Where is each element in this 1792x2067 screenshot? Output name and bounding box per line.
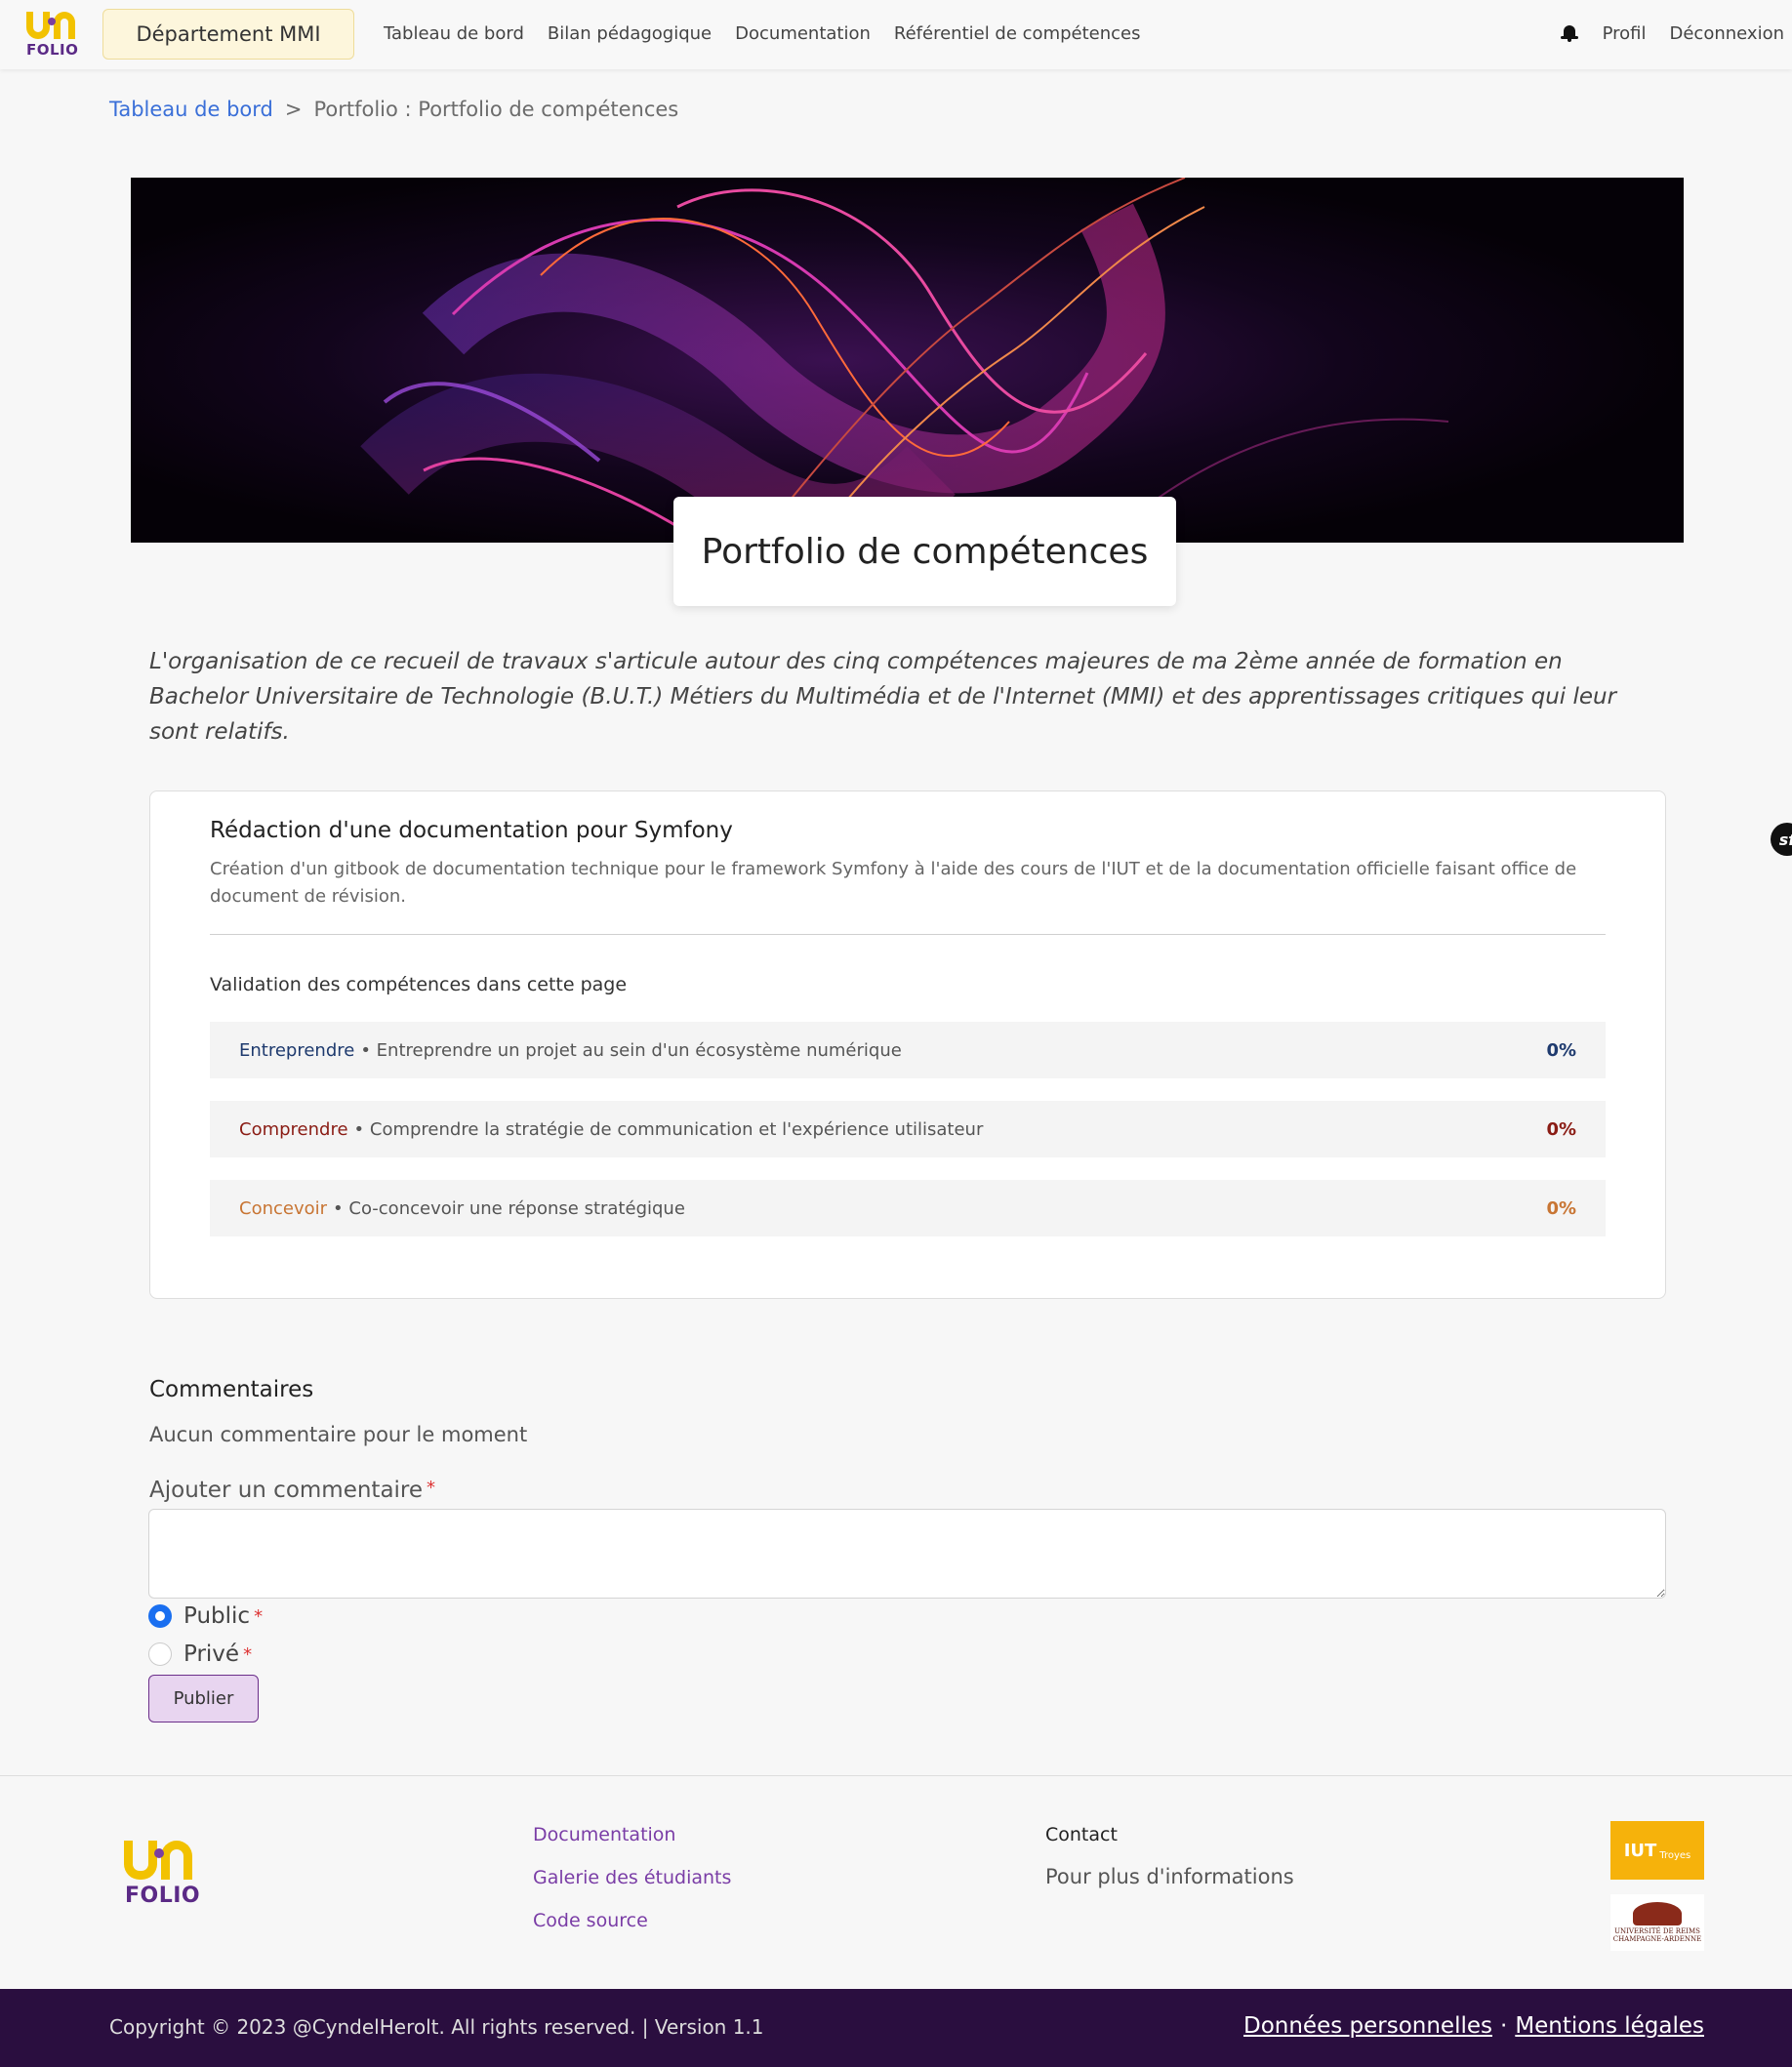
competence-name: Comprendre: [239, 1118, 348, 1140]
legal-notice-link[interactable]: Mentions légales: [1515, 2013, 1704, 2039]
footer-link-documentation[interactable]: Documentation: [533, 1824, 731, 1845]
logo-text: FOLIO: [26, 41, 79, 59]
top-navbar: FOLIO Département MMI Tableau de bord Bi…: [0, 0, 1792, 69]
publish-button[interactable]: Publier: [148, 1675, 259, 1722]
footer-link-gallery[interactable]: Galerie des étudiants: [533, 1867, 731, 1888]
competence-description: • Co-concevoir une réponse stratégique: [333, 1197, 685, 1219]
competence-percent: 0%: [1546, 1039, 1576, 1061]
copyright-text: Copyright © 2023 @CyndelHerolt. All righ…: [109, 2015, 764, 2039]
competence-row: Entreprendre • Entreprendre un projet au…: [210, 1022, 1606, 1078]
visibility-private-option[interactable]: Privé *: [148, 1641, 252, 1667]
competence-description: • Comprendre la stratégie de communicati…: [353, 1118, 984, 1140]
department-button[interactable]: Département MMI: [102, 9, 354, 60]
competence-row: Concevoir • Co-concevoir une réponse str…: [210, 1180, 1606, 1236]
competence-name: Concevoir: [239, 1197, 328, 1219]
footer-links: Documentation Galerie des étudiants Code…: [533, 1824, 731, 1931]
competence-name: Entreprendre: [239, 1039, 355, 1061]
divider: [210, 934, 1606, 935]
public-radio[interactable]: [148, 1604, 172, 1628]
portfolio-banner-image: [131, 178, 1684, 543]
nav-link-dashboard[interactable]: Tableau de bord: [384, 23, 524, 44]
footer: FOLIO Documentation Galerie des étudiant…: [0, 1775, 1792, 1989]
project-title[interactable]: Rédaction d'une documentation pour Symfo…: [210, 818, 733, 843]
competence-row: Comprendre • Comprendre la stratégie de …: [210, 1101, 1606, 1157]
nav-link-documentation[interactable]: Documentation: [735, 23, 871, 44]
breadcrumb-current: Portfolio : Portfolio de compétences: [313, 98, 679, 121]
required-mark: *: [254, 1605, 264, 1627]
comment-field-label: Ajouter un commentaire *: [149, 1478, 436, 1503]
project-card: Rédaction d'une documentation pour Symfo…: [149, 790, 1666, 1299]
nav-link-bilan[interactable]: Bilan pédagogique: [548, 23, 712, 44]
bell-icon[interactable]: [1560, 24, 1578, 42]
symfony-icon[interactable]: sf: [1771, 823, 1792, 856]
profile-link[interactable]: Profil: [1603, 23, 1647, 44]
competence-percent: 0%: [1546, 1118, 1576, 1140]
footer-logo-text: FOLIO: [125, 1884, 201, 1908]
breadcrumb-separator: >: [284, 98, 303, 121]
breadcrumb: Tableau de bord > Portfolio : Portfolio …: [109, 98, 678, 121]
footer-link-source[interactable]: Code source: [533, 1910, 731, 1931]
portfolio-intro: L'organisation de ce recueil de travaux …: [149, 649, 1617, 745]
public-radio-label: Public: [183, 1603, 251, 1629]
nav-link-referentiel[interactable]: Référentiel de compétences: [894, 23, 1141, 44]
copyright-bar: Copyright © 2023 @CyndelHerolt. All righ…: [0, 1989, 1792, 2067]
private-radio[interactable]: [148, 1642, 172, 1666]
project-description: Création d'un gitbook de documentation t…: [210, 859, 1577, 907]
main-nav: Tableau de bord Bilan pédagogique Docume…: [384, 0, 1164, 66]
comment-textarea[interactable]: [148, 1509, 1666, 1599]
footer-contact-text[interactable]: Pour plus d'informations: [1045, 1865, 1294, 1888]
breadcrumb-home[interactable]: Tableau de bord: [109, 98, 273, 121]
visibility-public-option[interactable]: Public *: [148, 1603, 263, 1629]
legal-separator: ·: [1500, 2013, 1508, 2039]
required-mark: *: [427, 1478, 436, 1498]
competence-percent: 0%: [1546, 1197, 1576, 1219]
validation-title: Validation des compétences dans cette pa…: [210, 974, 628, 995]
user-nav: Profil Déconnexion: [1560, 0, 1792, 66]
private-radio-label: Privé: [183, 1641, 240, 1667]
logout-link[interactable]: Déconnexion: [1670, 23, 1785, 44]
footer-unifolio-logo[interactable]: FOLIO: [124, 1841, 200, 1909]
legal-links: Données personnelles · Mentions légales: [1243, 2013, 1704, 2039]
urca-logo[interactable]: UNIVERSITÉ DE REIMS CHAMPAGNE-ARDENNE: [1610, 1894, 1704, 1951]
page-title: Portfolio de compétences: [673, 497, 1176, 606]
comments-empty-message: Aucun commentaire pour le moment: [149, 1423, 528, 1446]
competence-description: • Entreprendre un projet au sein d'un éc…: [360, 1039, 902, 1061]
footer-contact-title: Contact: [1045, 1824, 1118, 1845]
unifolio-logo[interactable]: FOLIO: [26, 12, 79, 59]
comments-title: Commentaires: [149, 1377, 314, 1402]
required-mark: *: [243, 1643, 253, 1665]
iut-troyes-logo[interactable]: IUT Troyes: [1610, 1821, 1704, 1880]
privacy-link[interactable]: Données personnelles: [1243, 2013, 1492, 2039]
